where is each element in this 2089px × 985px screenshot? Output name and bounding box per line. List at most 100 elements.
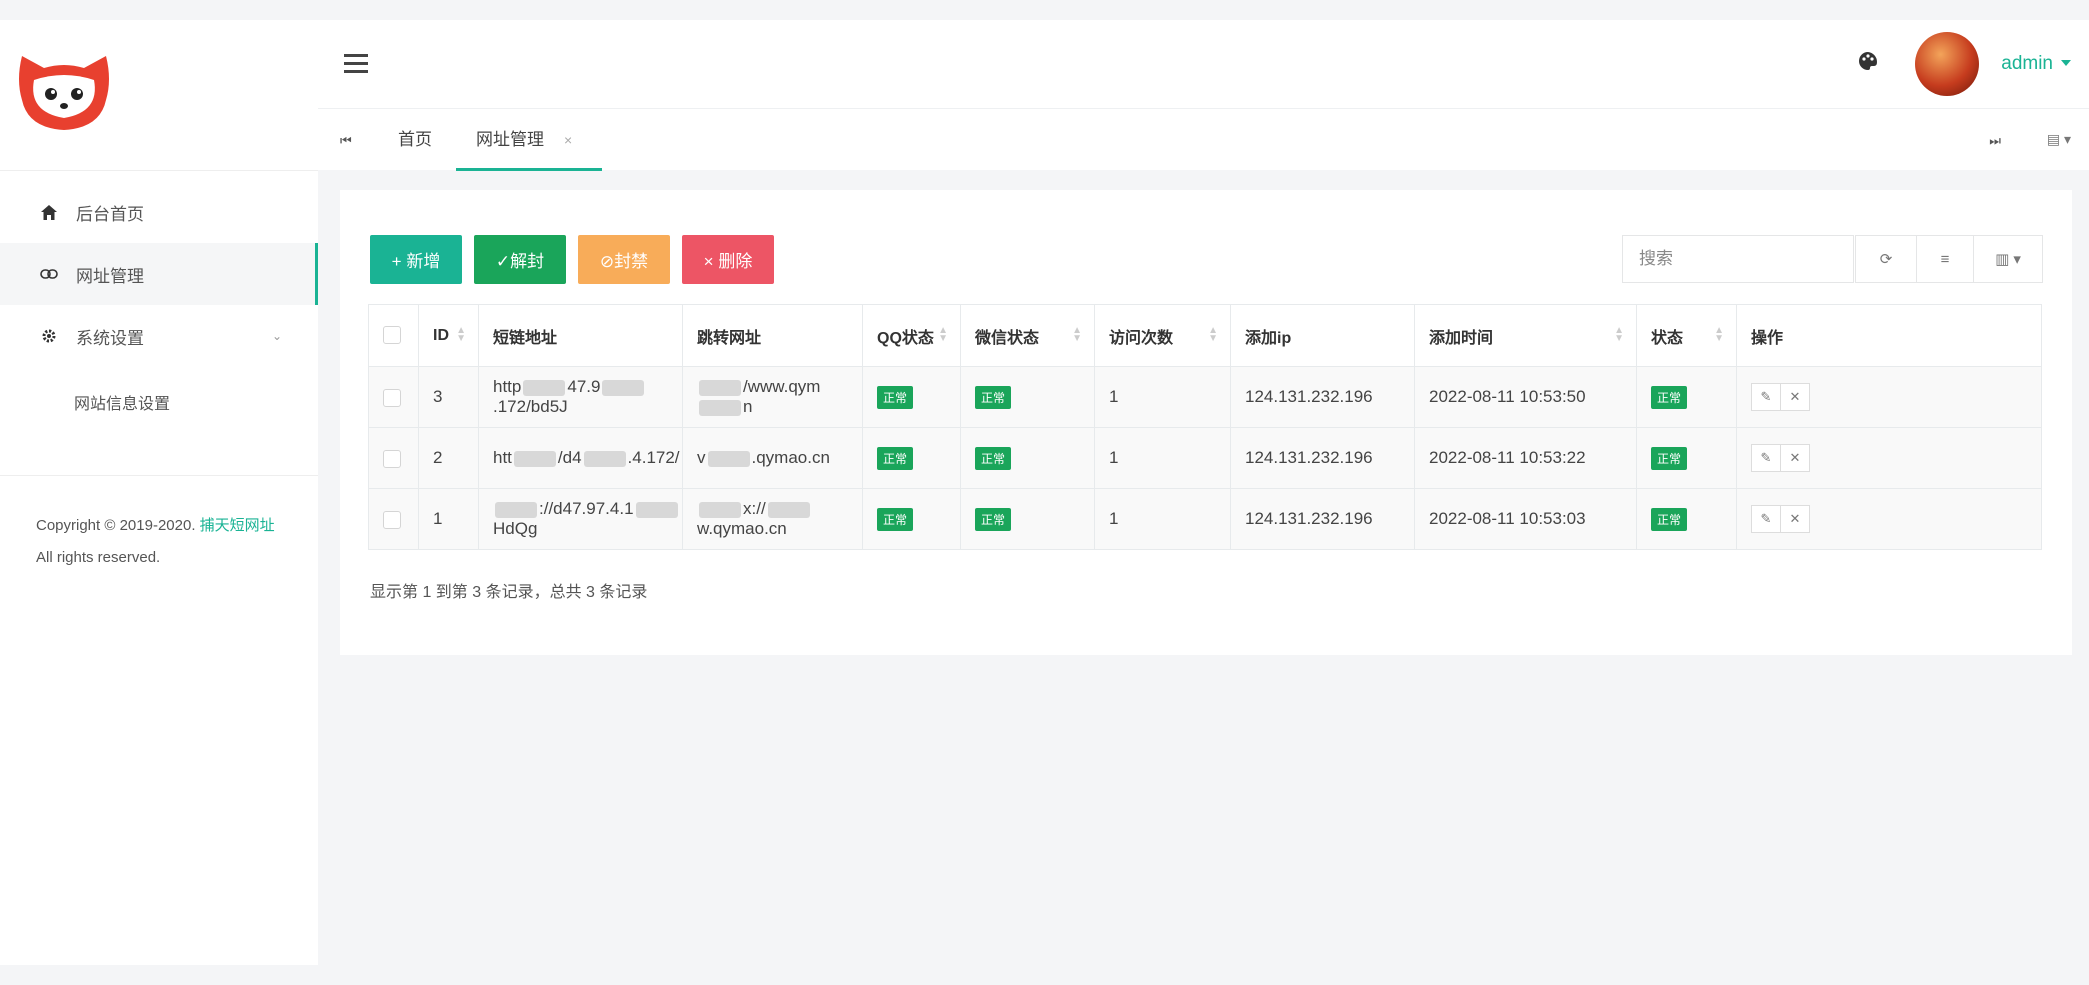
close-icon[interactable]: ×	[564, 132, 572, 148]
logo[interactable]	[0, 20, 318, 170]
toggle-view-icon[interactable]: ≡	[1916, 235, 1974, 283]
table-row: 1 ://d47.97.4.1HdQg x://w.qymao.cn 正常 正常…	[368, 488, 2042, 550]
sidebar-item-system-settings[interactable]: 系统设置 ⌄	[0, 305, 318, 367]
cell-time: 2022-08-11 10:53:50	[1414, 366, 1637, 428]
delete-button[interactable]: × 删除	[682, 235, 774, 284]
tab-scroll-right-icon[interactable]: ⏭	[1989, 133, 2001, 149]
unlock-button[interactable]: ✓解封	[474, 235, 566, 284]
tab-scroll-left-icon[interactable]: ⏮	[340, 133, 352, 149]
redaction	[602, 379, 645, 396]
col-wechat-status[interactable]: 微信状态 ▲ ▼	[960, 304, 1095, 367]
tab-home[interactable]: 首页	[398, 109, 432, 171]
status-badge: 正常	[877, 446, 914, 470]
sort-icon: ▲ ▼	[1614, 325, 1624, 344]
cell-short-url: htt/d4.4.172/	[478, 427, 683, 489]
columns-icon[interactable]: ▥ ▾	[1973, 235, 2043, 283]
cell-target-url: v .qymao.cn	[682, 427, 863, 489]
caret-down-icon[interactable]	[2061, 60, 2071, 66]
col-target-url: 跳转网址	[682, 304, 863, 367]
col-qq-status[interactable]: QQ状态 ▲ ▼	[862, 304, 961, 367]
cell-id: 1	[418, 488, 479, 550]
refresh-icon[interactable]: ⟳	[1855, 235, 1917, 283]
sort-icon: ▲ ▼	[1208, 325, 1218, 344]
sort-icon: ▲ ▼	[1714, 325, 1724, 344]
status-badge: 正常	[1651, 446, 1688, 470]
tab-options-icon[interactable]: ▤ ▾	[2047, 131, 2071, 148]
row-checkbox[interactable]	[383, 449, 401, 468]
edit-icon[interactable]: ✎	[1751, 444, 1781, 472]
ban-button[interactable]: ⊘封禁	[578, 235, 670, 284]
copyright: Copyright © 2019-2020. 捕天短网址 All rights …	[0, 475, 318, 574]
cell-visits: 1	[1094, 488, 1231, 550]
gear-icon	[36, 328, 62, 344]
cell-ip: 124.131.232.196	[1230, 427, 1415, 489]
cell-target-url: /www.qymn	[682, 366, 863, 428]
delete-icon[interactable]: ✕	[1780, 505, 1810, 533]
cell-actions: ✎ ✕	[1736, 427, 2042, 489]
sidebar-subitem-site-info-settings[interactable]: 网站信息设置	[0, 367, 318, 437]
menu-toggle-icon[interactable]	[344, 54, 368, 78]
cell-status: 正常	[1636, 366, 1737, 428]
cell-status: 正常	[1636, 427, 1737, 489]
tab-url-management[interactable]: 网址管理 ×	[456, 109, 602, 171]
top-header: admin	[318, 20, 2089, 108]
row-select-cell	[368, 366, 419, 428]
select-all-checkbox[interactable]	[383, 326, 401, 345]
cell-short-url: http 47.9.172/bd5J	[478, 366, 683, 428]
palette-icon[interactable]	[1857, 50, 1879, 77]
col-short-url: 短链地址	[478, 304, 683, 367]
col-ip: 添加ip	[1230, 304, 1415, 367]
edit-icon[interactable]: ✎	[1751, 505, 1781, 533]
cell-status: 正常	[1636, 488, 1737, 550]
col-id[interactable]: ID ▲ ▼	[418, 304, 479, 367]
status-badge: 正常	[975, 385, 1012, 409]
col-time[interactable]: 添加时间 ▲ ▼	[1414, 304, 1637, 367]
cell-visits: 1	[1094, 366, 1231, 428]
redaction	[513, 450, 556, 467]
cell-short-url: ://d47.97.4.1HdQg	[478, 488, 683, 550]
col-actions: 操作	[1736, 304, 2042, 367]
delete-icon[interactable]: ✕	[1780, 444, 1810, 472]
copyright-suffix: All rights reserved.	[36, 549, 161, 566]
sort-icon: ▲ ▼	[456, 325, 466, 344]
sidebar-item-label: 网址管理	[76, 266, 144, 286]
link-icon	[36, 269, 62, 279]
status-badge: 正常	[877, 507, 914, 531]
status-badge: 正常	[1651, 385, 1688, 409]
redaction	[699, 399, 741, 416]
cell-wechat-status: 正常	[960, 488, 1095, 550]
sidebar-item-url-management[interactable]: 网址管理	[0, 243, 318, 305]
select-all-cell	[368, 304, 419, 367]
sidebar-subitem-label: 网站信息设置	[74, 396, 171, 413]
table-header-row: ID ▲ ▼ 短链地址 跳转网址 QQ状态 ▲ ▼ 微信状态 ▲ ▼ 访问次数 ▲ ▼ 添加ip…	[368, 304, 2042, 367]
col-visits[interactable]: 访问次数 ▲ ▼	[1094, 304, 1231, 367]
edit-icon[interactable]: ✎	[1751, 383, 1781, 411]
status-badge: 正常	[1651, 507, 1688, 531]
row-checkbox[interactable]	[383, 388, 401, 407]
search-input[interactable]	[1622, 235, 1854, 283]
add-button[interactable]: + 新增	[370, 235, 462, 284]
cell-time: 2022-08-11 10:53:03	[1414, 488, 1637, 550]
tab-bar: ⏮ 首页 网址管理 × ⏭ ▤ ▾	[318, 108, 2089, 171]
url-table: ID ▲ ▼ 短链地址 跳转网址 QQ状态 ▲ ▼ 微信状态 ▲ ▼ 访问次数 ▲ ▼ 添加ip…	[368, 304, 2042, 550]
status-badge: 正常	[975, 446, 1012, 470]
table-tools: ⟳ ≡ ▥ ▾	[1855, 235, 2043, 283]
cell-time: 2022-08-11 10:53:22	[1414, 427, 1637, 489]
cell-qq-status: 正常	[862, 488, 961, 550]
cell-qq-status: 正常	[862, 427, 961, 489]
sidebar-item-dashboard[interactable]: 后台首页	[0, 181, 318, 243]
main-panel: + 新增 ✓解封 ⊘封禁 × 删除 ⟳ ≡ ▥ ▾ ID▲▼ 短链地址 跳转网址…	[340, 190, 2072, 655]
cell-actions: ✎ ✕	[1736, 488, 2042, 550]
copyright-brand-link[interactable]: 捕天短网址	[200, 517, 275, 534]
row-select-cell	[368, 427, 419, 489]
status-badge: 正常	[877, 385, 914, 409]
redaction	[699, 501, 741, 518]
avatar[interactable]	[1915, 32, 1979, 96]
col-status[interactable]: 状态 ▲ ▼	[1636, 304, 1737, 367]
cell-target-url: x://w.qymao.cn	[682, 488, 863, 550]
cell-ip: 124.131.232.196	[1230, 488, 1415, 550]
row-checkbox[interactable]	[383, 510, 401, 529]
delete-icon[interactable]: ✕	[1780, 383, 1810, 411]
user-menu[interactable]: admin	[2001, 53, 2053, 75]
sort-icon: ▲ ▼	[938, 325, 948, 344]
